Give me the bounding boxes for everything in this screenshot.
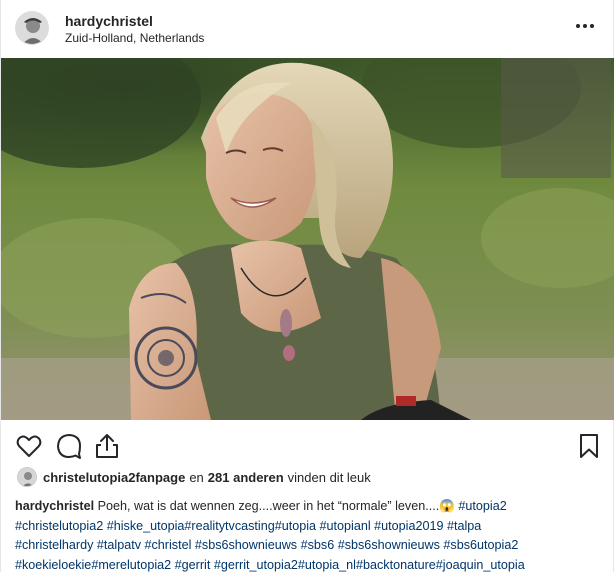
likes-suffix: vinden dit leuk bbox=[287, 469, 371, 485]
avatar[interactable] bbox=[15, 11, 49, 45]
post-caption: hardychristel Poeh, wat is dat wennen ze… bbox=[15, 497, 603, 572]
scream-emoji: 😱 bbox=[439, 499, 455, 513]
caption-line-1: hardychristel Poeh, wat is dat wennen ze… bbox=[15, 497, 603, 517]
post-photo[interactable] bbox=[1, 58, 614, 420]
hashtags-line[interactable]: #koekieloekie#merelutopia2 #gerrit #gerr… bbox=[15, 558, 525, 572]
more-horizontal-icon[interactable] bbox=[573, 14, 597, 38]
hashtags-line[interactable]: #christelhardy #talpatv #christel #sbs6s… bbox=[15, 538, 518, 552]
post-username[interactable]: hardychristel bbox=[65, 13, 153, 29]
caption-text: Poeh, wat is dat wennen zeg....weer in h… bbox=[97, 499, 440, 513]
hashtags-line[interactable]: #utopia2 bbox=[458, 499, 506, 513]
instagram-post: hardychristel Zuid-Holland, Netherlands bbox=[0, 0, 614, 572]
likes-summary: christelutopia2fanpage en 281 anderen vi… bbox=[17, 466, 375, 488]
comment-icon[interactable] bbox=[55, 432, 83, 460]
post-location[interactable]: Zuid-Holland, Netherlands bbox=[65, 31, 204, 45]
liker-avatar[interactable] bbox=[17, 467, 37, 487]
hashtags-line[interactable]: #christelutopia2 #hiske_utopia#realitytv… bbox=[15, 519, 481, 533]
bookmark-icon[interactable] bbox=[575, 432, 603, 460]
likes-connector: en bbox=[189, 469, 204, 485]
share-icon[interactable] bbox=[93, 432, 121, 460]
heart-icon[interactable] bbox=[15, 432, 43, 460]
post-header: hardychristel Zuid-Holland, Netherlands bbox=[1, 0, 614, 58]
likes-count[interactable]: 281 anderen bbox=[208, 470, 284, 485]
post-actions bbox=[1, 424, 614, 468]
caption-username[interactable]: hardychristel bbox=[15, 499, 94, 513]
liker-username[interactable]: christelutopia2fanpage bbox=[43, 470, 185, 485]
